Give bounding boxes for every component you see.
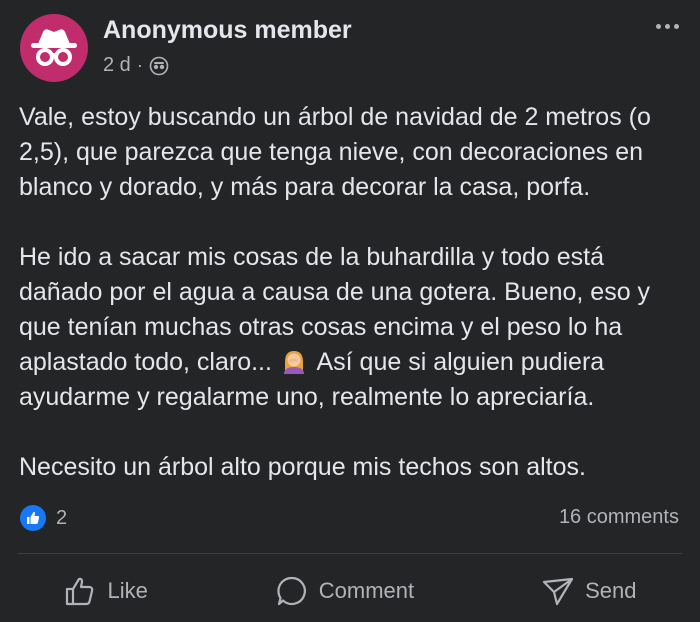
comment-button[interactable]: Comment bbox=[275, 574, 414, 608]
like-reaction-icon bbox=[20, 505, 46, 531]
more-dot bbox=[664, 23, 670, 29]
anonymous-audience-icon bbox=[149, 56, 169, 75]
divider bbox=[18, 553, 682, 554]
post-paragraph-1: Vale, estoy buscando un árbol de navidad… bbox=[19, 103, 651, 201]
like-label: Like bbox=[107, 578, 148, 603]
author-name[interactable]: Anonymous member bbox=[103, 16, 352, 45]
comments-count[interactable]: 16 comments bbox=[559, 506, 679, 529]
send-button[interactable]: Send bbox=[541, 574, 636, 608]
more-options-button[interactable] bbox=[650, 14, 684, 38]
thumbs-up-icon bbox=[66, 577, 94, 606]
like-button[interactable]: Like bbox=[63, 574, 148, 608]
comment-icon bbox=[277, 576, 306, 606]
post-time[interactable]: 2 d bbox=[103, 54, 131, 77]
send-label: Send bbox=[585, 578, 637, 603]
meta-separator: · bbox=[136, 55, 143, 75]
comment-label: Comment bbox=[318, 578, 415, 603]
avatar[interactable] bbox=[20, 14, 88, 82]
post-paragraph-2: He ido a sacar mis cosas de la buhardill… bbox=[19, 240, 689, 415]
anonymous-icon bbox=[31, 29, 77, 66]
post-paragraph-3: Necesito un árbol alto porque mis techos… bbox=[19, 453, 586, 481]
reaction-summary[interactable]: 2 bbox=[20, 505, 67, 531]
more-dot bbox=[655, 23, 661, 29]
post-meta: 2 d · bbox=[103, 54, 169, 77]
reaction-count: 2 bbox=[56, 506, 68, 529]
send-icon bbox=[542, 577, 574, 606]
woman-facepalming-emoji bbox=[283, 351, 304, 374]
post-body: Vale, estoy buscando un árbol de navidad… bbox=[19, 100, 689, 485]
more-dot bbox=[673, 23, 679, 29]
action-bar: Like Comment Send bbox=[0, 568, 700, 614]
